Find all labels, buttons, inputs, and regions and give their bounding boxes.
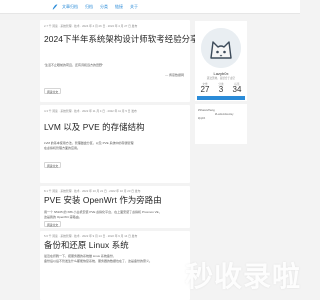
profile-description: 道法天地，自然合于虚空 xyxy=(206,77,236,80)
post-card: 8.1 千 阅读 · 系统管理 · 技术 · 2022 年 10 月 21 日 … xyxy=(40,186,190,228)
post-meta: 5.6 千 阅读 · 系统管理 · 技术 · 2022 年 9 月 14 日 ·… xyxy=(44,234,138,238)
post-title[interactable]: 备份和还原 Linux 系统 xyxy=(44,239,129,251)
stat-value-categories[interactable]: 3 xyxy=(214,85,228,94)
post-card: 2.7 千 阅读 · 系统管理 · 技术 · 2024 年 4 月 26 日 ·… xyxy=(40,20,199,102)
post-card: 5.6 千 阅读 · 系统管理 · 技术 · 2022 年 9 月 14 日 ·… xyxy=(40,231,190,300)
profile-accent-bar xyxy=(197,96,245,100)
read-more-button[interactable]: 阅读全文 xyxy=(44,162,62,168)
post-excerpt: 在虚拟机管理方面的应用。 xyxy=(44,146,81,150)
quote-source: — 佩思数据网 xyxy=(165,73,184,77)
avatar[interactable] xyxy=(201,28,241,68)
post-meta: 2.7 千 阅读 · 系统管理 · 技术 · 2024 年 4 月 26 日 ·… xyxy=(44,24,138,28)
post-meta: 4.3 千 阅读 · 系统管理 · 技术 · 2022 年 11 月 4 日 ·… xyxy=(44,109,137,113)
tag-cloud: #ShawnZhang #LudovicHenley #pphh xyxy=(195,104,247,144)
tag-item[interactable]: #LudovicHenley xyxy=(215,113,233,116)
tag-item[interactable]: #pphh xyxy=(198,117,205,120)
nav-item-archive[interactable]: 归档 xyxy=(85,3,93,11)
read-more-button[interactable]: 阅读全文 xyxy=(44,88,62,94)
tag-item[interactable]: #ShawnZhang xyxy=(198,109,215,112)
nav-item-links[interactable]: 链接 xyxy=(115,3,123,11)
post-excerpt: 备份后以后不管发生什么都能恢复系统，服务器的数据也在了，这是备份的意义。 xyxy=(44,259,153,263)
read-more-button[interactable]: 阅读全文 xyxy=(44,221,62,227)
stat-value-posts[interactable]: 27 xyxy=(198,85,212,94)
stat-value-tags[interactable]: 34 xyxy=(230,85,244,94)
post-title[interactable]: PVE 安装 OpenWrt 作为旁路由 xyxy=(44,194,162,206)
nav-item-categories[interactable]: 分类 xyxy=(100,3,108,11)
post-title[interactable]: LVM 以及 PVE 的存储结构 xyxy=(44,121,145,133)
nav-item-about[interactable]: 关于 xyxy=(130,3,138,11)
watermark-text: 秒收录啦 xyxy=(185,261,302,292)
post-meta: 8.1 千 阅读 · 系统管理 · 技术 · 2022 年 10 月 21 日 … xyxy=(44,189,141,193)
nav-item-archive-articles[interactable]: 文章归档 xyxy=(62,3,78,11)
post-card: 4.3 千 阅读 · 系统管理 · 技术 · 2022 年 11 月 4 日 ·… xyxy=(40,105,190,183)
post-excerpt: 这是我的 OpenWrt 旁路由。 xyxy=(44,215,82,219)
post-excerpt: 最近在折腾一下，把服务器的系统做 Linux 系统备份， xyxy=(44,254,116,258)
site-logo-icon[interactable] xyxy=(51,3,59,11)
avatar-cat-icon xyxy=(201,28,241,68)
post-excerpt: LVM 的基本使用方法，管理磁盘分区，以及 PVE 系统中的存储管理 xyxy=(44,141,134,145)
profile-card: Lazyb0x 道法天地，自然合于虚空 文章 分类 标签 27 3 34 xyxy=(195,21,247,101)
post-excerpt: 用一个 N5105 的 X86 小主机安装 PVE 虚拟化平台，在上面安装了虚拟… xyxy=(44,210,162,214)
main-nav: 文章归档 归档 分类 链接 关于 xyxy=(62,3,138,11)
post-title[interactable]: 2024下半年系统架构设计师软考经验分享 xyxy=(44,33,199,45)
top-navbar: 文章归档 归档 分类 链接 关于 xyxy=(0,0,300,14)
post-excerpt: “生活不止眼前的苟且，还有诗和远方的田野” xyxy=(44,63,103,67)
